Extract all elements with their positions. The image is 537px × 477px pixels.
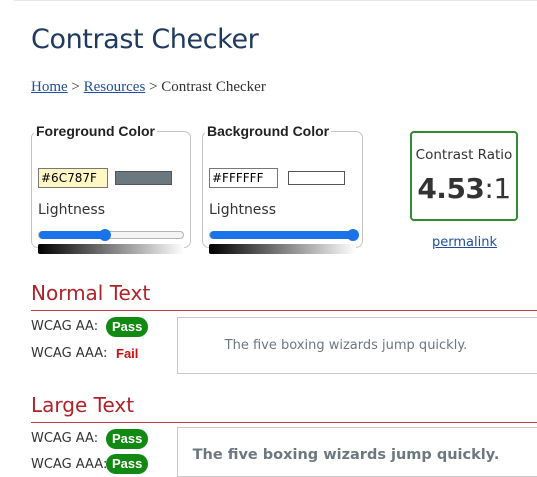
normal-text-sample: The five boxing wizards jump quickly. — [224, 338, 468, 353]
foreground-lightness-slider[interactable] — [38, 229, 184, 241]
normal-wcag-aaa-fail-text: Fail — [116, 346, 139, 361]
large-text-preview: The five boxing wizards jump quickly. — [177, 427, 537, 477]
normal-wcag-aa-label: WCAG AA: — [31, 319, 99, 334]
foreground-hex-input[interactable]: #6C787F — [38, 168, 108, 188]
large-wcag-aaa-pass-badge: Pass — [106, 454, 149, 474]
contrast-ratio-box: Contrast Ratio 4.53:1 — [410, 131, 518, 221]
breadcrumb-resources-link[interactable]: Resources — [84, 79, 146, 95]
foreground-color-legend: Foreground Color — [36, 123, 155, 139]
background-lightness-gradient — [209, 244, 356, 254]
large-wcag-aa-label: WCAG AA: — [31, 431, 99, 446]
contrast-ratio-value: 4.53:1 — [412, 172, 516, 205]
foreground-color-picker[interactable] — [115, 171, 172, 185]
background-lightness-fill — [210, 231, 353, 239]
large-text-divider — [31, 422, 537, 423]
top-divider — [14, 0, 537, 1]
background-lightness-slider[interactable] — [209, 229, 359, 241]
permalink-link[interactable]: permalink — [432, 235, 497, 250]
foreground-lightness-thumb[interactable] — [99, 229, 111, 241]
foreground-color-panel: Foreground Color #6C787F Lightness — [31, 123, 191, 254]
foreground-lightness-gradient — [38, 244, 184, 254]
breadcrumb-separator: > — [67, 79, 84, 95]
breadcrumb: Home > Resources > Contrast Checker — [31, 79, 266, 96]
background-color-panel: Background Color #FFFFFF Lightness — [202, 123, 363, 254]
contrast-ratio-label: Contrast Ratio — [415, 147, 513, 163]
background-lightness-thumb[interactable] — [347, 229, 359, 241]
foreground-lightness-label: Lightness — [38, 202, 106, 218]
background-hex-input[interactable]: #FFFFFF — [209, 168, 278, 188]
breadcrumb-current: Contrast Checker — [161, 79, 266, 95]
contrast-ratio-suffix: :1 — [484, 172, 511, 205]
foreground-lightness-fill — [39, 231, 105, 239]
large-wcag-aaa-label: WCAG AAA: — [31, 457, 108, 472]
normal-text-preview: The five boxing wizards jump quickly. — [177, 317, 537, 374]
background-color-legend: Background Color — [207, 123, 330, 139]
large-text-sample: The five boxing wizards jump quickly. — [192, 447, 500, 463]
background-color-picker[interactable] — [288, 171, 345, 185]
page-title: Contrast Checker — [31, 24, 259, 55]
breadcrumb-separator: > — [145, 79, 162, 95]
normal-text-heading: Normal Text — [31, 281, 151, 305]
large-wcag-aa-pass-badge: Pass — [106, 429, 149, 449]
normal-text-divider — [31, 310, 537, 311]
background-lightness-label: Lightness — [209, 202, 277, 218]
normal-wcag-aa-pass-badge: Pass — [106, 317, 149, 337]
large-text-heading: Large Text — [31, 393, 135, 417]
normal-wcag-aaa-label: WCAG AAA: — [31, 346, 108, 361]
breadcrumb-home-link[interactable]: Home — [31, 79, 68, 95]
contrast-ratio-number: 4.53 — [417, 172, 485, 205]
